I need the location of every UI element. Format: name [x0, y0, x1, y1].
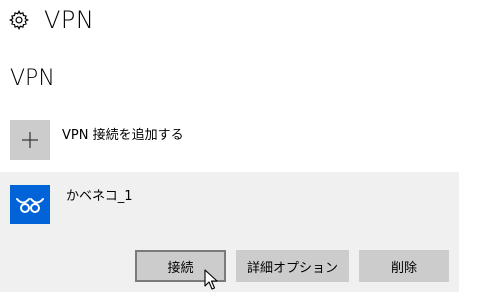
gear-icon	[8, 9, 30, 31]
section-heading: VPN	[10, 66, 55, 91]
add-vpn-tile[interactable]	[10, 120, 50, 160]
add-vpn-connection[interactable]: VPN 接続を追加する	[10, 120, 184, 160]
plus-icon	[22, 132, 38, 148]
vpn-connection-item[interactable]: かベネコ_1 接続 詳細オプション 削除	[0, 172, 459, 292]
add-vpn-label[interactable]: VPN 接続を追加する	[62, 124, 184, 143]
vpn-network-icon	[16, 197, 44, 213]
page-title: VPN	[44, 6, 95, 34]
delete-button[interactable]: 削除	[359, 250, 449, 282]
advanced-options-button[interactable]: 詳細オプション	[236, 250, 349, 282]
page-header: VPN	[8, 4, 94, 36]
vpn-connection-tile	[10, 185, 50, 224]
vpn-connection-name: かベネコ_1	[66, 189, 133, 204]
mouse-cursor-icon	[204, 269, 218, 290]
vpn-settings-page: VPN VPN VPN 接続を追加する かベネコ_1 接続 詳細オプション 削除	[0, 0, 487, 301]
